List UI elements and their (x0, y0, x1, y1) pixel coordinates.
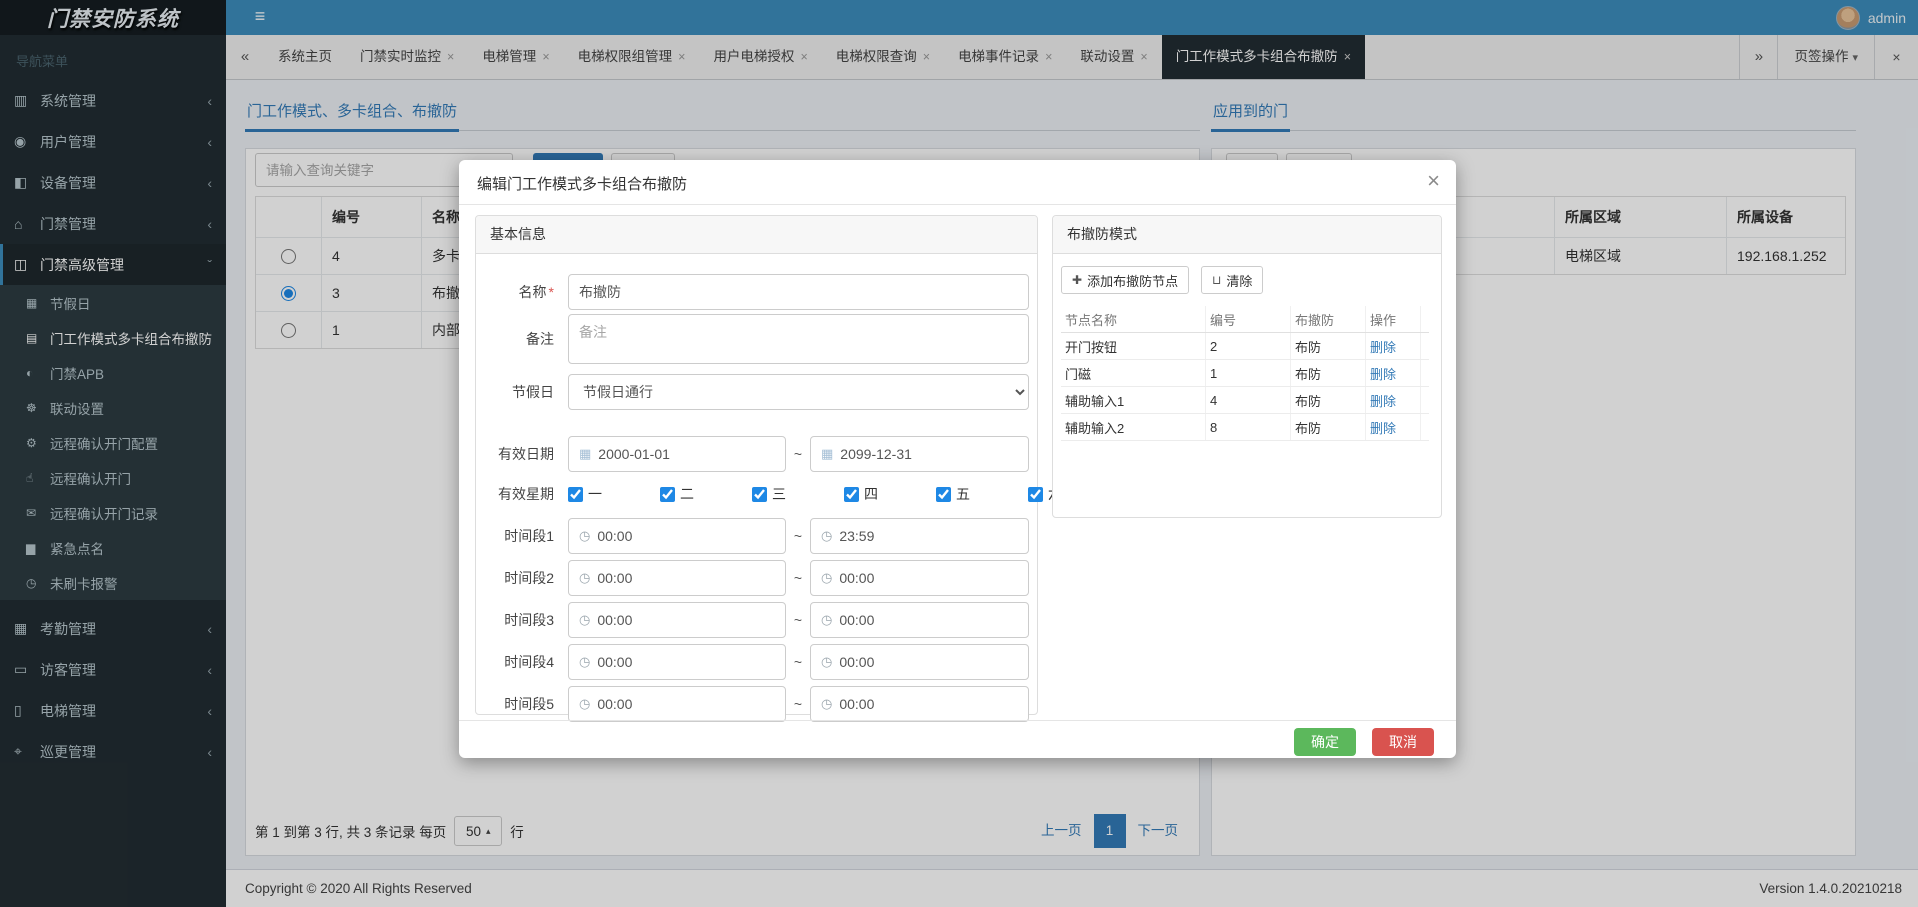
weekday-checkbox-mon[interactable]: 一 (568, 484, 646, 504)
clock-icon: ◷ (579, 696, 590, 712)
remark-field[interactable] (568, 314, 1029, 364)
required-mark: * (549, 284, 554, 300)
holiday-select[interactable]: 节假日通行 (568, 374, 1029, 410)
delete-link[interactable]: 删除 (1370, 364, 1396, 383)
holiday-label: 节假日 (476, 382, 554, 402)
valid-week-label: 有效星期 (476, 484, 554, 504)
remark-label: 备注 (476, 329, 554, 349)
edit-door-mode-modal: 编辑门工作模式多卡组合布撤防 × 基本信息 名称* 备注 节假日 节假日通行 有… (459, 160, 1456, 758)
delete-link[interactable]: 删除 (1370, 391, 1396, 410)
arm-mode-box: 布撤防模式 ✚ 添加布撤防节点 ⊔ 清除 节点名称 编号 布撤防 操作 开门按钮 (1052, 215, 1442, 518)
arm-nodes-table: 节点名称 编号 布撤防 操作 开门按钮 2 布防 删除 门磁 1 布防 删除 (1061, 306, 1429, 441)
calendar-icon: ▦ (579, 446, 591, 462)
modal-title: 编辑门工作模式多卡组合布撤防 (459, 160, 1456, 205)
date-from-input[interactable]: ▦ 2000-01-01 (568, 436, 786, 472)
period3-to-input[interactable]: ◷00:00 (810, 602, 1029, 638)
period2-from-input[interactable]: ◷00:00 (568, 560, 786, 596)
clock-icon: ◷ (821, 696, 832, 712)
period4-label: 时间段4 (476, 652, 554, 672)
table-row: 辅助输入1 4 布防 删除 (1061, 387, 1429, 414)
clock-icon: ◷ (579, 654, 590, 670)
calendar-icon: ▦ (821, 446, 833, 462)
plus-icon: ✚ (1072, 273, 1082, 287)
table-row: 门磁 1 布防 删除 (1061, 360, 1429, 387)
delete-link[interactable]: 删除 (1370, 418, 1396, 437)
weekday-checkbox-tue[interactable]: 二 (660, 484, 738, 504)
clock-icon: ◷ (579, 612, 590, 628)
period4-to-input[interactable]: ◷00:00 (810, 644, 1029, 680)
weekday-checkbox-wed[interactable]: 三 (752, 484, 830, 504)
clock-icon: ◷ (579, 528, 590, 544)
period3-label: 时间段3 (476, 610, 554, 630)
modal-footer: 确定 取消 (459, 720, 1456, 758)
period5-from-input[interactable]: ◷00:00 (568, 686, 786, 722)
basic-info-title: 基本信息 (476, 216, 1037, 254)
clock-icon: ◷ (821, 654, 832, 670)
period1-from-input[interactable]: ◷00:00 (568, 518, 786, 554)
clock-icon: ◷ (821, 570, 832, 586)
period1-label: 时间段1 (476, 526, 554, 546)
weekday-checkbox-thu[interactable]: 四 (844, 484, 922, 504)
period2-label: 时间段2 (476, 568, 554, 588)
trash-icon: ⊔ (1212, 273, 1221, 287)
period4-from-input[interactable]: ◷00:00 (568, 644, 786, 680)
table-row: 辅助输入2 8 布防 删除 (1061, 414, 1429, 441)
period5-label: 时间段5 (476, 694, 554, 714)
weekday-checkbox-fri[interactable]: 五 (936, 484, 1014, 504)
add-arm-node-button[interactable]: ✚ 添加布撤防节点 (1061, 266, 1189, 294)
clock-icon: ◷ (579, 570, 590, 586)
delete-link[interactable]: 删除 (1370, 337, 1396, 356)
arm-mode-title: 布撤防模式 (1053, 216, 1441, 254)
clock-icon: ◷ (821, 528, 832, 544)
basic-info-box: 基本信息 名称* 备注 节假日 节假日通行 有效日期 ▦ 2000-01-01 (475, 215, 1038, 715)
modal-close-icon[interactable]: × (1427, 168, 1440, 194)
period3-from-input[interactable]: ◷00:00 (568, 602, 786, 638)
cancel-button[interactable]: 取消 (1372, 728, 1434, 756)
clear-button[interactable]: ⊔ 清除 (1201, 266, 1263, 294)
valid-date-label: 有效日期 (476, 444, 554, 464)
clock-icon: ◷ (821, 612, 832, 628)
period1-to-input[interactable]: ◷23:59 (810, 518, 1029, 554)
period5-to-input[interactable]: ◷00:00 (810, 686, 1029, 722)
confirm-button[interactable]: 确定 (1294, 728, 1356, 756)
period2-to-input[interactable]: ◷00:00 (810, 560, 1029, 596)
range-separator: ~ (786, 446, 810, 462)
table-header-row: 节点名称 编号 布撤防 操作 (1061, 306, 1429, 333)
name-field[interactable] (568, 274, 1029, 310)
date-to-input[interactable]: ▦ 2099-12-31 (810, 436, 1029, 472)
table-row: 开门按钮 2 布防 删除 (1061, 333, 1429, 360)
name-label: 名称* (476, 282, 554, 302)
